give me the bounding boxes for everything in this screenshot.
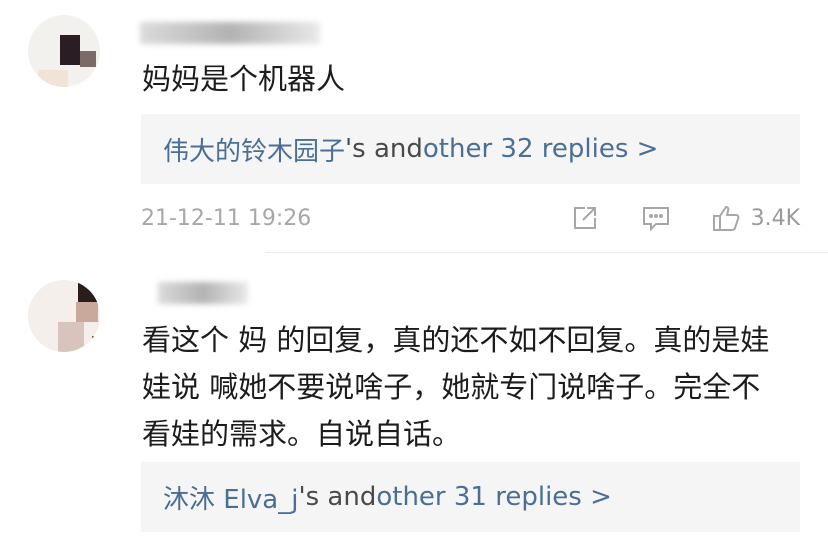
other-replies-link[interactable]: other 31 replies > (376, 482, 612, 512)
share-icon[interactable] (571, 204, 599, 232)
username-blurred[interactable] (158, 282, 248, 304)
replies-connector: 's and (345, 134, 423, 164)
comment-text: 妈妈是个机器人 (142, 62, 346, 96)
comment-text-line-3: 看娃的需求。自说自话。 (142, 417, 462, 451)
comment-meta: 21-12-11 19:26 3.4K (141, 198, 800, 238)
comment-text-line-2: 娃说 喊她不要说啥子，她就专门说啥子。完全不 (142, 370, 761, 404)
comment-icon[interactable] (641, 204, 671, 232)
replies-box[interactable]: 沐沐 Elva_j's and other 31 replies > (141, 462, 800, 532)
avatar[interactable] (28, 15, 100, 87)
like-button[interactable]: 3.4K (711, 203, 800, 233)
username-blurred[interactable] (140, 22, 320, 44)
timestamp: 21-12-11 19:26 (141, 205, 312, 231)
like-icon (712, 205, 739, 231)
comment-text-line-1: 看这个 妈 的回复，真的还不如不回复。真的是娃 (142, 323, 770, 357)
reply-user-name[interactable]: 沐沐 Elva_j (163, 479, 298, 516)
divider (265, 252, 828, 253)
comment-text: 看这个 妈 的回复，真的还不如不回复。真的是娃 娃说 喊她不要说啥子，她就专门说… (142, 317, 807, 458)
reply-user-name[interactable]: 伟大的铃木园子 (163, 131, 345, 168)
avatar[interactable] (28, 280, 100, 352)
replies-box[interactable]: 伟大的铃木园子's and other 32 replies > (141, 114, 800, 184)
replies-connector: 's and (298, 482, 377, 512)
like-count: 3.4K (750, 205, 800, 231)
other-replies-link[interactable]: other 32 replies > (423, 134, 659, 164)
